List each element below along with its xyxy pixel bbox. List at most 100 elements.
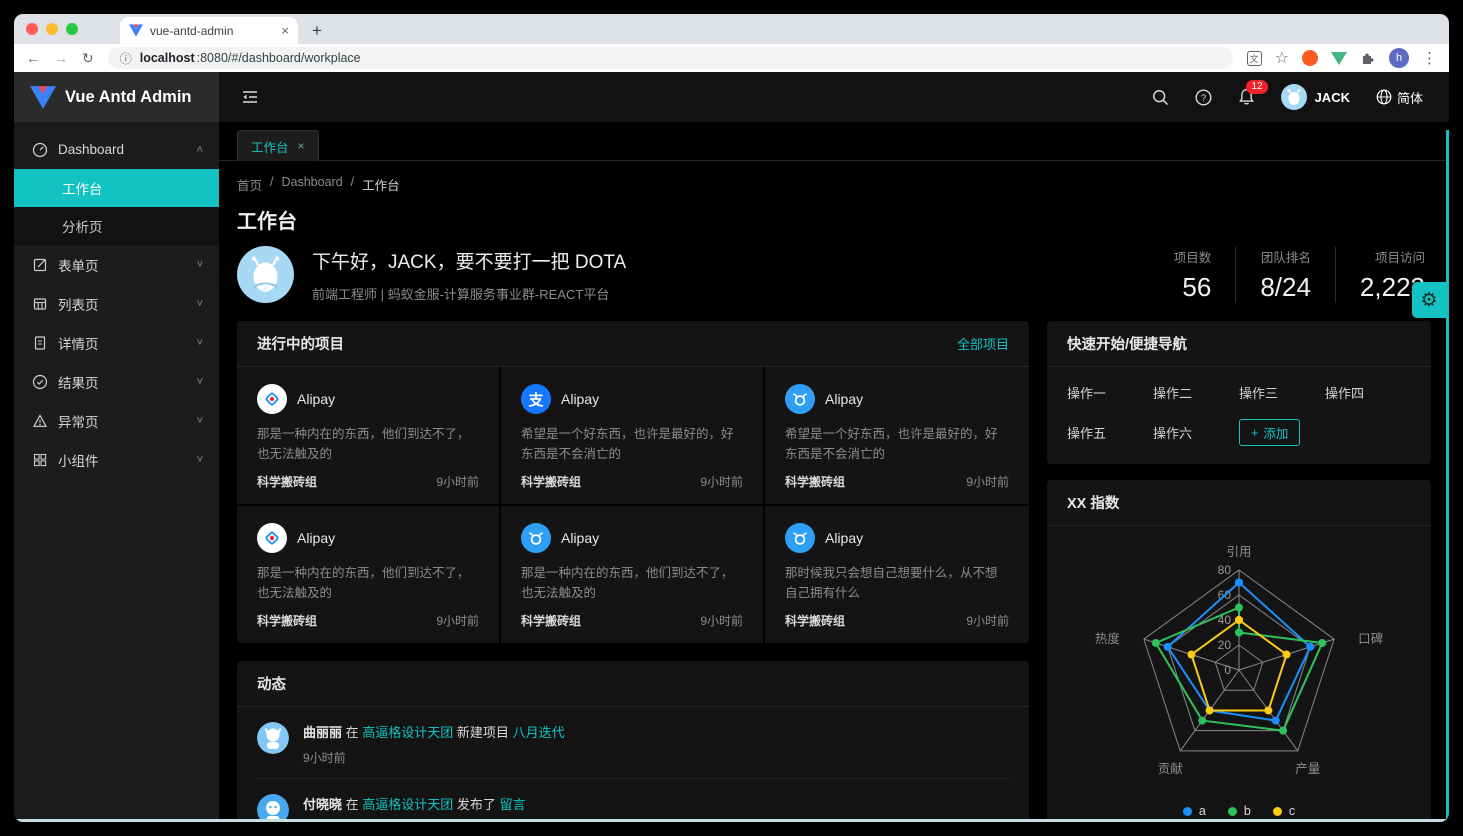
team-link[interactable]: 科学搬砖组: [785, 612, 845, 629]
quick-link[interactable]: 操作三: [1239, 383, 1325, 402]
antdesign-logo-icon: [257, 384, 287, 414]
vue-favicon-icon: [129, 24, 143, 37]
breadcrumb-home[interactable]: 首页: [237, 175, 262, 194]
menu-fold-icon[interactable]: [241, 89, 259, 105]
activity-target-link[interactable]: 八月迭代: [513, 725, 565, 740]
tab-close-icon[interactable]: ×: [298, 139, 305, 153]
project-card[interactable]: Alipay 希望是一个好东西，也许是最好的，好东西是不会消亡的 科学搬砖组 9…: [765, 367, 1029, 506]
traffic-close-button[interactable]: [26, 23, 38, 35]
legend-item-a[interactable]: a: [1183, 804, 1206, 818]
page-tab-workplace[interactable]: 工作台 ×: [237, 130, 319, 161]
forward-button[interactable]: →: [54, 50, 68, 66]
stat-rank: 团队排名 8/24: [1236, 247, 1336, 303]
all-projects-link[interactable]: 全部项目: [957, 334, 1009, 353]
notification-bell[interactable]: 12: [1238, 88, 1255, 106]
translate-icon[interactable]: 文: [1247, 51, 1262, 66]
traffic-zoom-button[interactable]: [66, 23, 78, 35]
activity-target-link[interactable]: 留言: [500, 797, 526, 812]
sidebar-item-exception[interactable]: 异常页 ˅: [14, 401, 219, 440]
tab-close-icon[interactable]: ×: [281, 23, 289, 38]
back-button[interactable]: ←: [26, 50, 40, 66]
project-card[interactable]: Alipay 那时候我只会想自己想要什么，从不想自己拥有什么 科学搬砖组 9小时…: [765, 506, 1029, 643]
sidebar-item-detail[interactable]: 详情页 ˅: [14, 323, 219, 362]
search-icon[interactable]: [1152, 89, 1169, 106]
quick-link[interactable]: 操作四: [1325, 383, 1411, 402]
toolbar-right: 文 ☆ h ⋮: [1247, 48, 1437, 68]
bookmark-star-icon[interactable]: ☆: [1275, 48, 1289, 68]
project-card[interactable]: 支 Alipay 希望是一个好东西，也许是最好的，好东西是不会消亡的 科学搬砖组…: [501, 367, 765, 506]
quick-link[interactable]: 操作一: [1067, 383, 1153, 402]
activity-team-link[interactable]: 高逼格设计天团: [362, 725, 453, 740]
sidebar-item-widgets[interactable]: 小组件 ˅: [14, 440, 219, 479]
block-icon: [32, 452, 48, 468]
activities-panel: 动态 曲丽丽: [237, 661, 1029, 822]
sidebar-item-list[interactable]: 列表页 ˅: [14, 284, 219, 323]
reload-button[interactable]: ↻: [82, 50, 94, 67]
user-avatar: [1281, 84, 1307, 110]
greeting-subtitle: 前端工程师 | 蚂蚁金服-计算服务事业群-REACT平台: [312, 284, 626, 303]
sidebar-item-analysis[interactable]: 分析页: [14, 207, 219, 245]
team-link[interactable]: 科学搬砖组: [257, 612, 317, 629]
user-menu[interactable]: JACK: [1281, 84, 1350, 110]
sidebar-item-form[interactable]: 表单页 ˅: [14, 245, 219, 284]
activity-team-link[interactable]: 高逼格设计天团: [362, 797, 453, 812]
language-switch[interactable]: 简体: [1376, 88, 1423, 107]
browser-profile-avatar[interactable]: h: [1389, 48, 1409, 68]
app-logo[interactable]: Vue Antd Admin: [14, 72, 219, 122]
legend-item-c[interactable]: c: [1273, 804, 1295, 818]
team-link[interactable]: 科学搬砖组: [521, 612, 581, 629]
activity-user[interactable]: 付晓晓: [303, 797, 342, 812]
sidebar: Dashboard ˄ 工作台 分析页 表单页 ˅: [14, 122, 219, 822]
sidebar-item-result[interactable]: 结果页 ˅: [14, 362, 219, 401]
legend-dot: [1228, 807, 1237, 816]
activity-item: 曲丽丽 在 高逼格设计天团 新建项目 八月迭代 9小时前: [237, 707, 1029, 778]
activity-item: 付晓晓 在 高逼格设计天团 发布了 留言 9小时前: [237, 779, 1029, 822]
legend-dot: [1183, 807, 1192, 816]
breadcrumb-dashboard[interactable]: Dashboard: [282, 175, 343, 194]
new-tab-button[interactable]: +: [312, 21, 322, 41]
globe-icon: [1376, 89, 1392, 105]
header-actions: ? 12 JACK: [1152, 84, 1449, 110]
app-title: Vue Antd Admin: [65, 88, 192, 107]
team-link[interactable]: 科学搬砖组: [521, 473, 581, 490]
legend-dot: [1273, 807, 1282, 816]
antdesign-logo-icon: [257, 523, 287, 553]
extension-orange-icon[interactable]: [1302, 50, 1318, 66]
extensions-puzzle-icon[interactable]: [1360, 50, 1376, 66]
browser-tab[interactable]: vue-antd-admin ×: [120, 17, 298, 44]
page-content: 首页 / Dashboard / 工作台 工作台: [219, 175, 1449, 822]
activity-avatar: [257, 794, 289, 822]
quick-link[interactable]: 操作五: [1067, 423, 1153, 442]
site-info-icon[interactable]: ⓘ: [120, 50, 132, 67]
legend-item-b[interactable]: b: [1228, 804, 1251, 818]
quick-link[interactable]: 操作六: [1153, 423, 1239, 442]
ant-logo-icon: [785, 384, 815, 414]
app-body: Dashboard ˄ 工作台 分析页 表单页 ˅: [14, 122, 1449, 822]
help-icon[interactable]: ?: [1195, 89, 1212, 106]
project-card[interactable]: Alipay 那是一种内在的东西，他们到达不了，也无法触及的 科学搬砖组 9小时…: [237, 367, 501, 506]
extension-vue-icon[interactable]: [1331, 52, 1347, 65]
browser-tab-title: vue-antd-admin: [150, 24, 274, 38]
browser-menu-icon[interactable]: ⋮: [1422, 49, 1437, 67]
activity-user[interactable]: 曲丽丽: [303, 725, 342, 740]
team-link[interactable]: 科学搬砖组: [785, 473, 845, 490]
warning-icon: [32, 413, 48, 429]
traffic-minimize-button[interactable]: [46, 23, 58, 35]
chevron-down-icon: ˅: [197, 298, 203, 310]
team-link[interactable]: 科学搬砖组: [257, 473, 317, 490]
svg-text:贡献: 贡献: [1158, 761, 1183, 776]
sidebar-item-workplace[interactable]: 工作台: [14, 169, 219, 207]
profile-icon: [32, 335, 48, 351]
add-button[interactable]: + 添加: [1239, 419, 1300, 446]
address-bar[interactable]: ⓘ localhost:8080/#/dashboard/workplace: [108, 47, 1233, 69]
ant-logo-icon: [521, 523, 551, 553]
project-card[interactable]: Alipay 那是一种内在的东西，他们到达不了，也无法触及的 科学搬砖组 9小时…: [501, 506, 765, 643]
traffic-lights: [26, 14, 78, 44]
app-header: Vue Antd Admin ?: [14, 72, 1449, 122]
settings-gear-button[interactable]: ⚙: [1412, 282, 1446, 318]
app-root: Vue Antd Admin ?: [14, 72, 1449, 822]
svg-text:?: ?: [1200, 93, 1205, 104]
quick-link[interactable]: 操作二: [1153, 383, 1239, 402]
sidebar-item-dashboard[interactable]: Dashboard ˄: [14, 130, 219, 169]
project-card[interactable]: Alipay 那是一种内在的东西，他们到达不了，也无法触及的 科学搬砖组 9小时…: [237, 506, 501, 643]
